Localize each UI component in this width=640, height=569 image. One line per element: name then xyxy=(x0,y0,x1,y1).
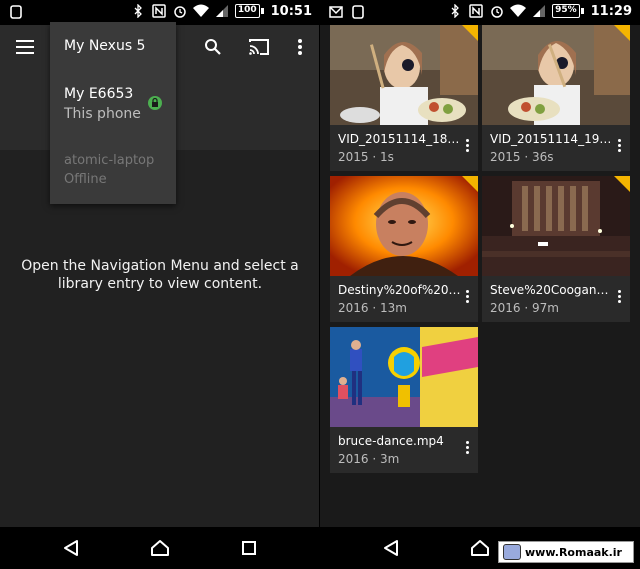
corner-badge xyxy=(462,25,478,41)
corner-badge xyxy=(614,25,630,41)
bluetooth-icon xyxy=(130,3,146,19)
more-vert-icon[interactable] xyxy=(612,286,626,306)
status-clock: 11:29 xyxy=(590,3,632,19)
battery-tip xyxy=(580,8,584,14)
signal-icon xyxy=(531,3,547,19)
corner-badge xyxy=(614,176,630,192)
nfc-icon xyxy=(468,3,484,19)
current-device[interactable]: My Nexus 5 xyxy=(64,38,172,54)
more-vert-icon[interactable] xyxy=(286,33,314,61)
video-thumbnail xyxy=(482,176,630,276)
bluetooth-icon xyxy=(447,3,463,19)
search-icon[interactable] xyxy=(199,33,227,61)
video-title: VID_20151114_1900... xyxy=(490,132,614,146)
video-thumbnail xyxy=(482,25,630,125)
video-meta: 2016 · 13m xyxy=(338,301,407,315)
recents-icon[interactable] xyxy=(237,536,261,560)
home-icon[interactable] xyxy=(148,536,172,560)
nfc-icon xyxy=(151,3,167,19)
alarm-icon xyxy=(172,3,188,19)
video-meta: 2016 · 3m xyxy=(338,452,400,466)
alarm-icon xyxy=(489,3,505,19)
signal-icon xyxy=(214,3,230,19)
status-clock: 10:51 xyxy=(270,3,312,19)
watermark-text: www.Romaak.ir xyxy=(525,545,622,559)
video-card[interactable]: bruce-dance.mp4 2016 · 3m xyxy=(330,327,478,473)
back-icon[interactable] xyxy=(379,536,403,560)
home-icon[interactable] xyxy=(468,536,492,560)
battery-indicator: 100 xyxy=(234,4,260,18)
video-thumbnail xyxy=(330,327,478,427)
device-item-e6653[interactable]: My E6653 This phone xyxy=(64,86,172,122)
lock-icon xyxy=(148,95,162,114)
right-screen: 95% 11:29 VID_20151114_1859... 2015 · 1s… xyxy=(320,0,640,569)
video-card[interactable]: VID_20151114_1900... 2015 · 36s xyxy=(482,25,630,171)
gmail-icon xyxy=(328,4,344,20)
battery-indicator: 95% xyxy=(552,4,580,18)
device-selector-menu: My Nexus 5 My E6653 This phone atomic-la… xyxy=(50,22,176,204)
video-card[interactable]: Steve%20Coogan%20... 2016 · 97m xyxy=(482,176,630,322)
video-title: bruce-dance.mp4 xyxy=(338,434,444,448)
empty-state-message: Open the Navigation Menu and select a li… xyxy=(21,258,299,292)
video-card[interactable]: Destiny%20of%20the... 2016 · 13m xyxy=(330,176,478,322)
more-vert-icon[interactable] xyxy=(460,437,474,457)
device-item-atomic-laptop: atomic-laptop Offline xyxy=(64,153,172,187)
back-icon[interactable] xyxy=(59,536,83,560)
video-thumbnail xyxy=(330,25,478,125)
video-title: Steve%20Coogan%20... xyxy=(490,283,614,297)
watermark-logo-icon xyxy=(503,544,521,560)
phone-app-icon xyxy=(8,4,24,20)
status-bar: 95% 11:29 xyxy=(320,0,640,25)
nav-bar xyxy=(0,527,320,569)
more-vert-icon[interactable] xyxy=(460,286,474,306)
corner-badge xyxy=(462,176,478,192)
battery-tip xyxy=(260,8,264,14)
more-vert-icon[interactable] xyxy=(460,135,474,155)
video-title: Destiny%20of%20the... xyxy=(338,283,462,297)
watermark: www.Romaak.ir xyxy=(498,541,634,563)
cast-icon[interactable] xyxy=(245,33,273,61)
wifi-icon xyxy=(510,3,527,19)
wifi-icon xyxy=(192,3,209,19)
left-screen: 100 10:51 My Nexus 5 My E6653 This phone xyxy=(0,0,320,569)
more-vert-icon[interactable] xyxy=(612,135,626,155)
hamburger-icon[interactable] xyxy=(11,33,39,61)
phone-app-icon xyxy=(350,4,366,20)
video-card[interactable]: VID_20151114_1859... 2015 · 1s xyxy=(330,25,478,171)
device-name: atomic-laptop xyxy=(64,153,155,168)
current-device-name: My Nexus 5 xyxy=(64,38,146,54)
video-thumbnail xyxy=(330,176,478,276)
video-meta: 2016 · 97m xyxy=(490,301,559,315)
video-title: VID_20151114_1859... xyxy=(338,132,462,146)
video-meta: 2015 · 1s xyxy=(338,150,394,164)
video-meta: 2015 · 36s xyxy=(490,150,554,164)
device-subtitle: Offline xyxy=(64,172,107,187)
